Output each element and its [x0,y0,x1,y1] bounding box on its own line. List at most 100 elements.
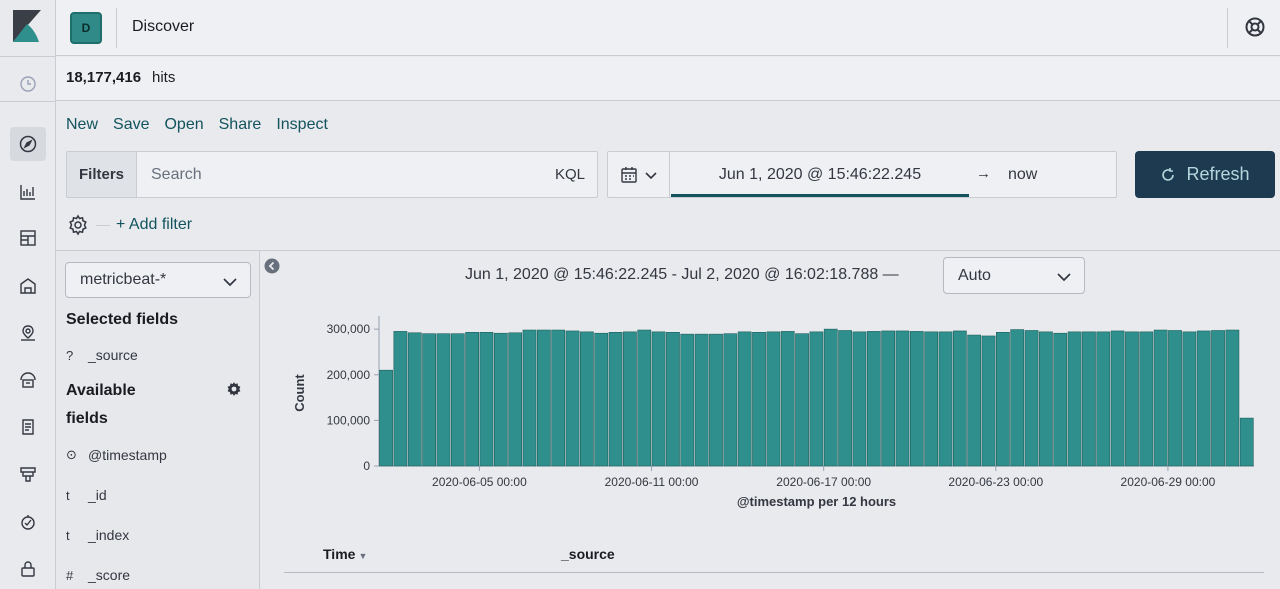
histogram-bar[interactable] [637,329,652,467]
histogram-bar[interactable] [737,331,752,467]
histogram-bar[interactable] [450,333,465,467]
histogram-bar[interactable] [852,331,867,467]
histogram-bar[interactable] [465,332,480,467]
visualize-icon[interactable] [10,175,46,209]
histogram-bar[interactable] [996,332,1010,467]
histogram-bar[interactable] [580,331,594,467]
inspect-link[interactable]: Inspect [276,116,328,134]
histogram-bar[interactable] [536,329,551,467]
histogram-bar[interactable] [508,332,523,467]
field-settings-gear-icon[interactable] [226,382,242,398]
histogram-bar[interactable] [1125,331,1139,467]
histogram-bar[interactable] [1010,329,1025,467]
histogram-bar[interactable] [1153,329,1168,467]
histogram-bar[interactable] [795,333,809,467]
help-icon[interactable] [1244,16,1266,38]
discover-icon[interactable] [10,127,46,161]
histogram-bar[interactable] [981,335,996,467]
histogram-bar[interactable] [1082,331,1096,467]
uptime-icon[interactable] [10,505,46,539]
histogram-bar[interactable] [1168,330,1182,467]
histogram-bar[interactable] [1196,330,1211,467]
histogram-bar[interactable] [1110,330,1125,467]
histogram-bar[interactable] [967,334,982,467]
ml-icon[interactable] [10,363,46,397]
field-item[interactable]: t _index [66,527,129,543]
histogram-bar[interactable] [809,331,824,467]
logs-icon[interactable] [10,410,46,444]
histogram-bar[interactable] [952,330,967,467]
histogram-bar[interactable] [1053,332,1068,467]
sort-down-icon[interactable]: ▼ [358,551,367,561]
histogram-bar[interactable] [1067,331,1082,467]
field-item[interactable]: # _score [66,567,130,583]
histogram-bar[interactable] [379,369,393,467]
canvas-icon[interactable] [10,269,46,303]
recently-viewed-icon[interactable] [10,67,46,101]
histogram-bar[interactable] [666,332,680,467]
histogram-bar[interactable] [393,331,408,467]
save-link[interactable]: Save [113,116,149,134]
apm-icon[interactable] [10,457,46,491]
histogram-bar[interactable] [938,331,953,467]
security-icon[interactable] [10,552,46,586]
histogram-bar[interactable] [493,332,508,467]
histogram-bar[interactable] [766,331,781,467]
histogram-bar[interactable] [723,333,738,467]
histogram-bar[interactable] [752,332,766,467]
search-input[interactable] [139,152,539,197]
histogram-bar[interactable] [565,330,580,467]
histogram-bar[interactable] [1211,330,1225,467]
histogram-bar[interactable] [881,330,895,467]
hits-histogram-chart[interactable]: 0 100,000 200,000 300,000 2020-06-05 00:00 20… [280,300,1280,520]
histogram-bar[interactable] [422,333,436,467]
field-item[interactable]: ? _source [66,347,138,363]
share-link[interactable]: Share [219,116,262,134]
histogram-bar[interactable] [895,330,910,467]
start-date-button[interactable]: Jun 1, 2020 @ 15:46:22.245 [671,152,969,197]
interval-select[interactable]: Auto [943,257,1085,294]
kql-language-button[interactable]: KQL [555,166,585,183]
histogram-bar[interactable] [1039,331,1053,467]
collapse-sidebar-icon[interactable] [264,258,280,274]
histogram-bar[interactable] [608,332,623,467]
histogram-bar[interactable] [436,333,451,467]
kibana-logo-icon[interactable] [13,10,41,42]
histogram-bar[interactable] [522,329,537,467]
histogram-bar[interactable] [780,331,795,467]
histogram-bar[interactable] [709,333,723,467]
histogram-bar[interactable] [551,329,566,467]
histogram-bar[interactable] [1024,330,1039,467]
quick-menu-button[interactable] [608,152,670,197]
new-link[interactable]: New [66,116,98,134]
histogram-bar[interactable] [1239,417,1254,467]
histogram-bar[interactable] [909,331,924,467]
histogram-bar[interactable] [866,331,881,467]
filters-button[interactable]: Filters [67,152,137,197]
histogram-bar[interactable] [623,331,637,467]
histogram-bar[interactable] [1225,329,1240,467]
histogram-bar[interactable] [594,332,609,467]
maps-icon[interactable] [10,316,46,350]
space-avatar[interactable]: D [70,12,102,44]
time-column-header[interactable]: Time ▼ [323,546,367,562]
filter-options-gear-icon[interactable] [66,213,90,237]
histogram-bar[interactable] [1139,331,1154,467]
histogram-bar[interactable] [1096,331,1111,467]
histogram-bar[interactable] [823,328,838,467]
refresh-button[interactable]: Refresh [1135,151,1275,198]
index-pattern-select[interactable]: metricbeat-* [65,262,251,298]
histogram-bar[interactable] [1182,331,1197,467]
histogram-bar[interactable] [407,332,422,467]
end-date-button[interactable]: now [1008,152,1037,197]
add-filter-button[interactable]: + Add filter [116,216,192,234]
histogram-bar[interactable] [838,330,852,467]
histogram-bar[interactable] [694,333,709,467]
histogram-bar[interactable] [924,331,939,467]
histogram-bar[interactable] [479,332,494,467]
open-link[interactable]: Open [164,116,203,134]
histogram-bar[interactable] [680,333,695,467]
field-item[interactable]: t _id [66,487,107,503]
dashboard-icon[interactable] [10,221,46,255]
field-item[interactable]: ⊙ @timestamp [66,447,167,463]
